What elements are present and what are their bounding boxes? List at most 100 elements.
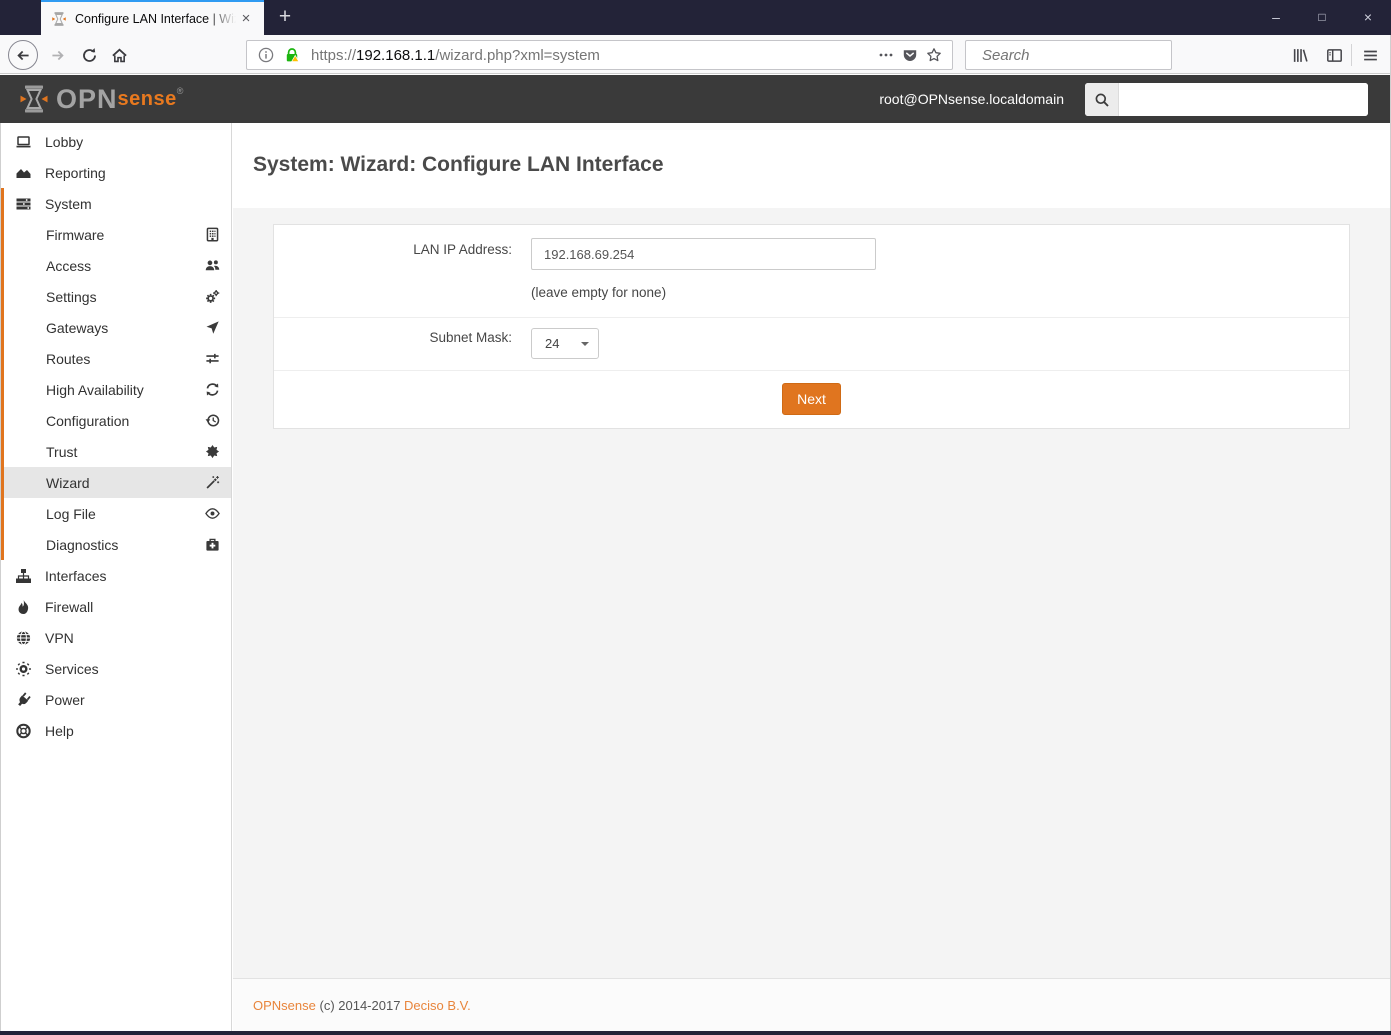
sidebar-item-system[interactable]: System: [1, 188, 231, 219]
lan-ip-label: LAN IP Address:: [413, 242, 512, 257]
opnsense-header: OPN sense ® root@OPNsense.localdomain: [0, 75, 1391, 123]
sidebar-item-vpn[interactable]: VPN: [1, 622, 231, 653]
browser-titlebar: Configure LAN Interface | Wizar × + – □ …: [0, 0, 1391, 35]
chevron-down-icon: [581, 341, 589, 346]
url-bar[interactable]: https://192.168.1.1/wizard.php?xml=syste…: [246, 40, 953, 70]
minimize-button[interactable]: –: [1253, 0, 1299, 35]
sidebar-item-diagnostics[interactable]: Diagnostics: [1, 529, 231, 560]
logged-in-user: root@OPNsense.localdomain: [879, 91, 1064, 107]
window-bottom-edge: [0, 1031, 1391, 1035]
sidebar-item-power[interactable]: Power: [1, 684, 231, 715]
lock-warning-icon[interactable]: [284, 47, 300, 63]
back-icon: [15, 47, 32, 64]
sidebar-item-lobby[interactable]: Lobby: [1, 126, 231, 157]
footer-opnsense-link[interactable]: OPNsense: [253, 998, 316, 1013]
logo-registered-mark: ®: [176, 86, 184, 96]
sidebar-item-settings[interactable]: Settings: [1, 281, 231, 312]
reload-button[interactable]: [74, 40, 104, 70]
sidebar-item-firewall[interactable]: Firewall: [1, 591, 231, 622]
maximize-button[interactable]: □: [1299, 0, 1345, 35]
url-text: https://192.168.1.1/wizard.php?xml=syste…: [311, 47, 874, 64]
sidebar-item-high-availability[interactable]: High Availability: [1, 374, 231, 405]
sidebar-item-label: High Availability: [46, 381, 144, 398]
tasks-icon: [15, 196, 32, 212]
magic-wand-icon: [205, 475, 220, 490]
sidebar-item-label: Wizard: [46, 474, 90, 491]
sidebar-item-label: Power: [45, 691, 85, 708]
url-path: /wizard.php?xml=system: [435, 46, 600, 64]
browser-tab[interactable]: Configure LAN Interface | Wizar ×: [41, 0, 264, 35]
certificate-icon: [205, 444, 220, 459]
footer-deciso-link[interactable]: Deciso B.V.: [404, 998, 471, 1013]
sidebar-item-access[interactable]: Access: [1, 250, 231, 281]
sidebar-item-reporting[interactable]: Reporting: [1, 157, 231, 188]
sidebar-item-label: System: [45, 195, 92, 212]
browser-search-input[interactable]: [982, 46, 1183, 64]
library-icon: [1292, 47, 1309, 64]
opnsense-search-button[interactable]: [1085, 83, 1119, 116]
opnsense-search-input[interactable]: [1119, 83, 1368, 116]
subnet-mask-label: Subnet Mask:: [429, 330, 512, 345]
sidebar-item-label: Configuration: [46, 412, 130, 429]
sidebar-item-log-file[interactable]: Log File: [1, 498, 231, 529]
sidebar-item-routes[interactable]: Routes: [1, 343, 231, 374]
opnsense-favicon-icon: [51, 11, 67, 27]
sidebar-toggle-icon: [1326, 47, 1343, 64]
refresh-icon: [205, 382, 220, 397]
sidebar-item-gateways[interactable]: Gateways: [1, 312, 231, 343]
cogs-icon: [205, 289, 220, 304]
next-button[interactable]: Next: [782, 383, 841, 415]
sidebar-item-label: Firewall: [45, 598, 94, 615]
page-title: System: Wizard: Configure LAN Interface: [253, 153, 664, 176]
reload-icon: [81, 47, 98, 64]
opnsense-search: [1085, 83, 1368, 116]
ellipsis-icon: [878, 47, 894, 63]
location-arrow-icon: [205, 320, 220, 335]
back-button[interactable]: [8, 40, 38, 70]
area-chart-icon: [15, 165, 32, 181]
menu-button[interactable]: [1356, 42, 1384, 68]
browser-search-bar[interactable]: [965, 40, 1183, 70]
page-title-area: System: Wizard: Configure LAN Interface: [233, 123, 1391, 208]
tab-close-icon[interactable]: ×: [236, 9, 256, 29]
forward-button[interactable]: [42, 40, 72, 70]
sidebar-item-label: Access: [46, 257, 92, 274]
sidebar-toggle-button[interactable]: [1320, 42, 1348, 68]
sidebar-item-trust[interactable]: Trust: [1, 436, 231, 467]
home-icon: [111, 47, 128, 64]
life-ring-icon: [15, 723, 32, 739]
new-tab-button[interactable]: +: [268, 0, 302, 35]
sidebar-item-configuration[interactable]: Configuration: [1, 405, 231, 436]
sidebar-item-services[interactable]: Services: [1, 653, 231, 684]
users-icon: [205, 258, 220, 273]
toolbar-separator: [1351, 44, 1352, 66]
eye-icon: [205, 506, 220, 521]
sidebar-item-interfaces[interactable]: Interfaces: [1, 560, 231, 591]
sidebar-item-firmware[interactable]: Firmware: [1, 219, 231, 250]
bookmark-star-button[interactable]: [922, 43, 946, 67]
sidebar-item-label: Reporting: [45, 164, 106, 181]
history-icon: [205, 413, 220, 428]
pocket-button[interactable]: [898, 43, 922, 67]
sidebar-item-help[interactable]: Help: [1, 715, 231, 746]
window-controls: – □ ×: [1253, 0, 1391, 35]
logo-text-sense: sense: [117, 87, 177, 110]
opnsense-logo[interactable]: OPN sense ®: [18, 83, 183, 115]
home-button[interactable]: [104, 40, 134, 70]
gear-icon: [15, 661, 32, 677]
subnet-mask-value: 24: [545, 336, 560, 351]
close-button[interactable]: ×: [1345, 0, 1391, 35]
footer-copyright: (c) 2014-2017: [315, 998, 405, 1013]
tab-title: Configure LAN Interface | Wizar: [75, 11, 236, 26]
sidebar-item-label: Services: [45, 660, 99, 677]
sidebar-item-label: Diagnostics: [46, 536, 119, 553]
page-actions-button[interactable]: [874, 43, 898, 67]
info-icon[interactable]: [258, 47, 274, 63]
sidebar-item-wizard[interactable]: Wizard: [1, 467, 231, 498]
routes-icon: [205, 351, 220, 366]
logo-text-opn: OPN: [56, 83, 118, 114]
lan-ip-input[interactable]: [531, 238, 876, 270]
subnet-mask-select[interactable]: 24: [531, 328, 599, 359]
library-button[interactable]: [1286, 42, 1314, 68]
star-icon: [926, 47, 942, 63]
